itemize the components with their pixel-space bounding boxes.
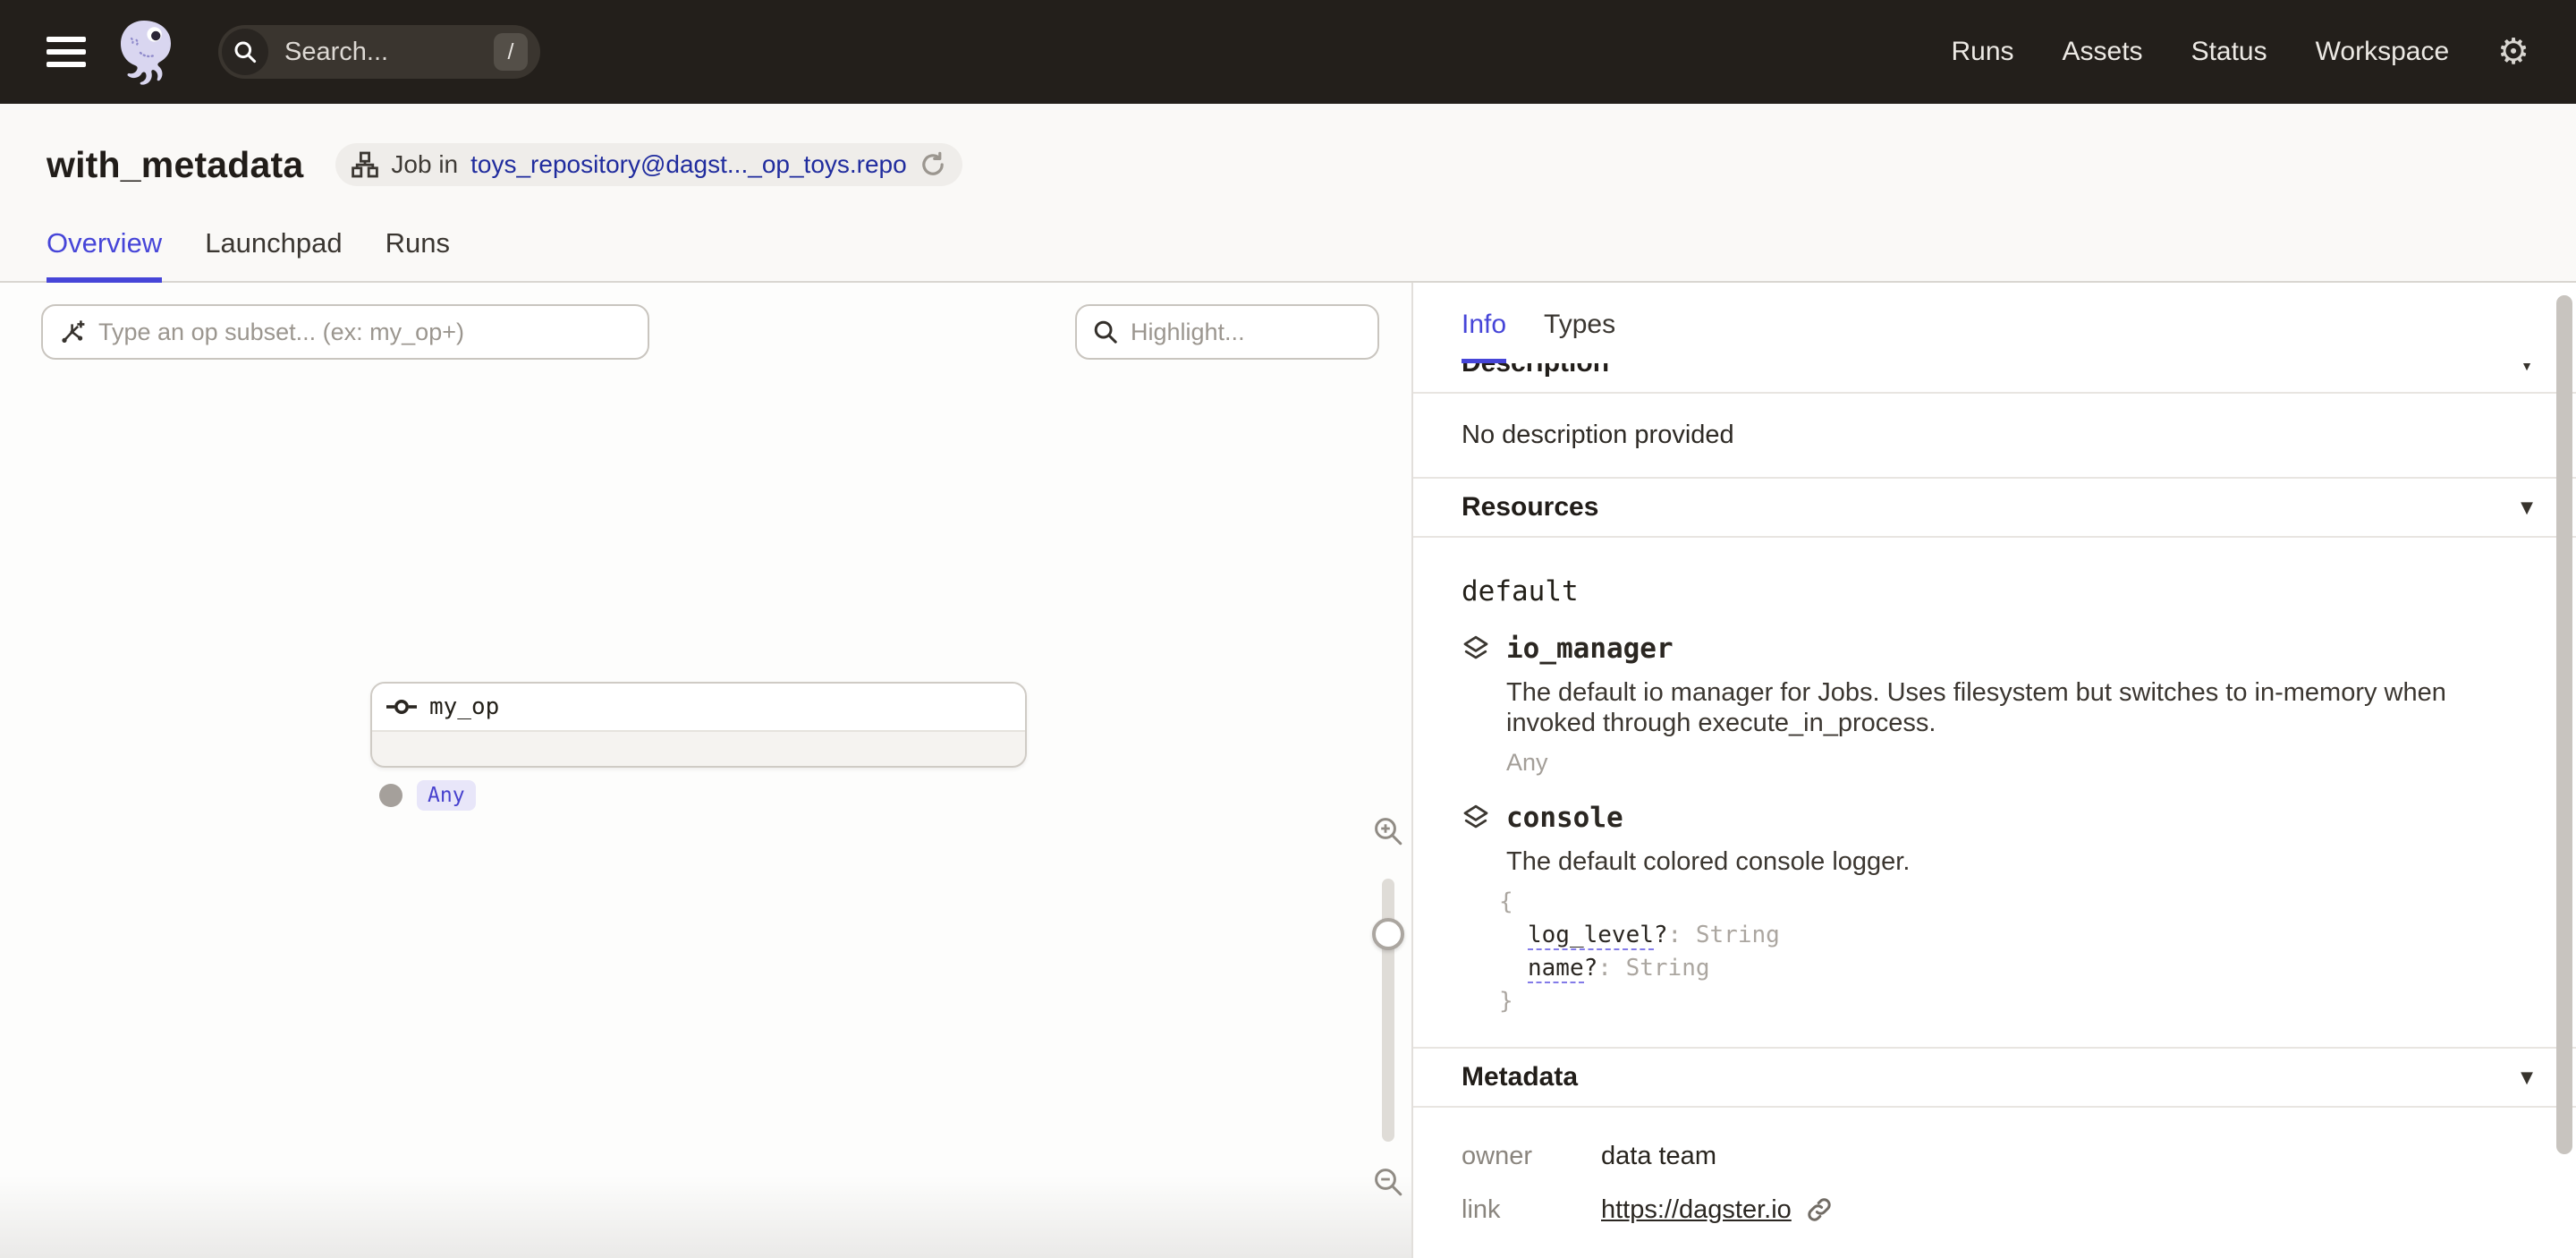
op-output-type-badge[interactable]: Any	[417, 780, 476, 811]
layers-icon	[1462, 803, 1490, 832]
topbar: / Runs Assets Status Workspace ⚙	[0, 0, 2576, 104]
reload-repository-button[interactable]	[919, 151, 946, 178]
hamburger-menu-button[interactable]	[47, 37, 86, 67]
resource-group-name: default	[1462, 575, 2528, 608]
metadata-key: link	[1462, 1195, 1601, 1225]
schema-optional-marker: ?	[1584, 955, 1598, 982]
op-node-name: my_op	[429, 693, 499, 720]
page-title: with_metadata	[47, 144, 303, 186]
description-heading: Description	[1462, 363, 1609, 378]
metadata-table: owner data team link https://dagster.io	[1413, 1108, 2576, 1254]
resource-description: The default colored console logger.	[1506, 846, 2528, 877]
schema-type[interactable]: String	[1696, 922, 1780, 948]
chevron-down-icon: ▼	[2521, 363, 2533, 373]
job-icon	[352, 151, 378, 178]
zoom-out-icon	[1373, 1167, 1403, 1197]
octopus-icon	[114, 18, 179, 86]
zoom-slider[interactable]	[1382, 879, 1394, 1142]
job-badge-prefix: Job in	[391, 150, 458, 179]
zoom-out-button[interactable]	[1373, 1167, 1403, 1197]
metadata-heading: Metadata	[1462, 1062, 1578, 1092]
refresh-icon	[919, 151, 946, 178]
schema-key[interactable]: log_level	[1528, 922, 1654, 950]
op-graph-pane: my_op Any	[0, 283, 1413, 1258]
top-navigation: Runs Assets Status Workspace	[1951, 37, 2449, 67]
nav-status[interactable]: Status	[2191, 37, 2267, 67]
pane-bottom-shadow	[0, 1176, 1411, 1258]
metadata-section-header[interactable]: Metadata ▼	[1413, 1049, 2576, 1108]
tab-overview[interactable]: Overview	[47, 227, 162, 281]
nav-runs[interactable]: Runs	[1951, 37, 2013, 67]
chevron-down-icon: ▼	[2521, 498, 2533, 517]
description-section-header[interactable]: Description ▼	[1413, 363, 2576, 394]
op-subset-input[interactable]	[98, 319, 631, 346]
resource-name: io_manager	[1506, 633, 1674, 665]
repository-link[interactable]: toys_repository@dagst..._op_toys.repo	[470, 150, 907, 179]
metadata-value: data team	[1601, 1142, 1716, 1171]
resource-name: console	[1506, 802, 1623, 834]
search-shortcut-key: /	[494, 33, 528, 71]
dagster-logo[interactable]	[114, 18, 179, 86]
zoom-in-button[interactable]	[1373, 816, 1403, 846]
metadata-section: Metadata ▼ owner data team link https://…	[1413, 1047, 2576, 1254]
global-search[interactable]: /	[218, 25, 540, 79]
highlight-search-icon	[1093, 319, 1118, 344]
search-icon	[222, 29, 268, 75]
description-section: Description ▼ No description provided	[1413, 363, 2576, 477]
schema-open-brace: {	[1499, 888, 1513, 915]
panel-scroll-area[interactable]: Description ▼ No description provided Re…	[1413, 363, 2576, 1258]
search-input[interactable]	[268, 38, 494, 67]
schema-optional-marker: ?	[1654, 922, 1668, 948]
page-header: with_metadata Job in toys_repository@dag…	[0, 104, 2576, 283]
chevron-down-icon: ▼	[2521, 1068, 2533, 1087]
metadata-row-owner: owner data team	[1462, 1129, 2528, 1183]
panel-tab-types[interactable]: Types	[1544, 310, 1615, 363]
tab-launchpad[interactable]: Launchpad	[205, 227, 342, 281]
highlight-input[interactable]	[1131, 319, 1361, 346]
panel-tab-info[interactable]: Info	[1462, 310, 1506, 363]
link-icon	[1806, 1196, 1833, 1223]
schema-type[interactable]: String	[1626, 955, 1710, 982]
zoom-slider-handle[interactable]	[1372, 918, 1404, 950]
op-subset-filter	[41, 304, 649, 360]
op-node-header: my_op	[372, 684, 1025, 732]
zoom-in-icon	[1373, 816, 1403, 846]
job-location-badge: Job in toys_repository@dagst..._op_toys.…	[335, 143, 962, 186]
tab-runs[interactable]: Runs	[386, 227, 450, 281]
page-tabs: Overview Launchpad Runs	[0, 227, 2576, 283]
panel-tabs: Info Types	[1413, 283, 2576, 363]
config-schema: { log_level?: String name?: String }	[1499, 886, 2528, 1018]
nav-workspace[interactable]: Workspace	[2316, 37, 2450, 67]
main-content: my_op Any	[0, 283, 2576, 1258]
schema-close-brace: }	[1499, 988, 1513, 1015]
op-selector-icon	[59, 319, 86, 345]
nav-assets[interactable]: Assets	[2063, 37, 2143, 67]
panel-scrollbar[interactable]	[2556, 295, 2572, 1154]
resource-item-console: console The default colored console logg…	[1462, 802, 2528, 1018]
resource-description: The default io manager for Jobs. Uses fi…	[1506, 677, 2528, 738]
zoom-controls	[1370, 816, 1406, 1197]
resources-heading: Resources	[1462, 492, 1598, 523]
op-output-port[interactable]	[379, 784, 402, 807]
description-empty-text: No description provided	[1413, 394, 2576, 477]
resource-config-type: Any	[1506, 749, 2528, 777]
layers-icon	[1462, 634, 1490, 663]
metadata-key: owner	[1462, 1142, 1601, 1171]
resources-section-header[interactable]: Resources ▼	[1413, 479, 2576, 538]
op-node-my_op[interactable]: my_op	[370, 682, 1027, 768]
op-icon	[386, 698, 417, 716]
resource-item-io-manager: io_manager The default io manager for Jo…	[1462, 633, 2528, 777]
op-node-body	[372, 732, 1025, 766]
metadata-link[interactable]: https://dagster.io	[1601, 1195, 1792, 1225]
metadata-row-link: link https://dagster.io	[1462, 1183, 2528, 1237]
info-side-panel: Info Types Description ▼ No description …	[1413, 283, 2576, 1258]
gear-icon[interactable]: ⚙	[2497, 34, 2529, 70]
resources-section: Resources ▼ default io_manager The	[1413, 477, 2576, 1047]
schema-key[interactable]: name	[1528, 955, 1584, 983]
highlight-filter	[1075, 304, 1379, 360]
